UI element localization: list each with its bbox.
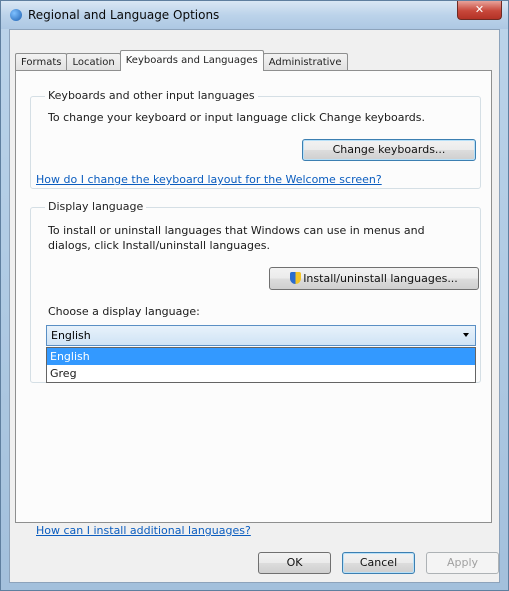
ok-button[interactable]: OK [258,552,331,574]
welcome-screen-keyboard-link[interactable]: How do I change the keyboard layout for … [36,173,382,186]
change-keyboards-label: Change keyboards... [332,143,446,156]
install-uninstall-languages-button[interactable]: Install/uninstall languages... [269,267,479,290]
display-language-dropdown-list: English Greg [46,347,476,383]
cancel-label: Cancel [359,556,398,569]
language-option-english[interactable]: English [47,348,475,365]
tab-location[interactable]: Location [66,53,121,71]
change-keyboards-button[interactable]: Change keyboards... [302,139,476,161]
tab-formats[interactable]: Formats [15,53,68,71]
tab-panel: Keyboards and other input languages To c… [15,70,492,537]
globe-icon [10,9,22,21]
install-additional-languages-link[interactable]: How can I install additional languages? [36,524,251,537]
display-language-selected-value: English [51,329,91,342]
display-language-select[interactable]: English [46,325,476,346]
cancel-button[interactable]: Cancel [342,552,415,574]
close-button[interactable]: ✕ [457,1,502,20]
display-language-description: To install or uninstall languages that W… [48,224,425,252]
tab-administrative[interactable]: Administrative [262,53,348,71]
install-uninstall-label: Install/uninstall languages... [303,272,458,285]
apply-label: Apply [446,556,479,569]
dialog-window: Regional and Language Options ✕ Formats … [0,0,509,591]
keyboards-description: To change your keyboard or input languag… [48,111,425,124]
tab-keyboards-and-languages[interactable]: Keyboards and Languages [119,50,264,71]
apply-button[interactable]: Apply [426,552,499,574]
display-language-legend: Display language [45,200,147,213]
tab-strip: Formats Location Keyboards and Languages… [15,49,348,71]
window-title: Regional and Language Options [28,8,220,22]
shield-icon [290,272,302,284]
choose-display-language-label: Choose a display language: [48,305,200,318]
chevron-down-icon [463,333,469,337]
title-bar[interactable]: Regional and Language Options ✕ [1,1,508,29]
language-option-greg[interactable]: Greg [47,365,475,382]
keyboards-group-legend: Keyboards and other input languages [45,89,258,102]
ok-label: OK [286,556,303,569]
